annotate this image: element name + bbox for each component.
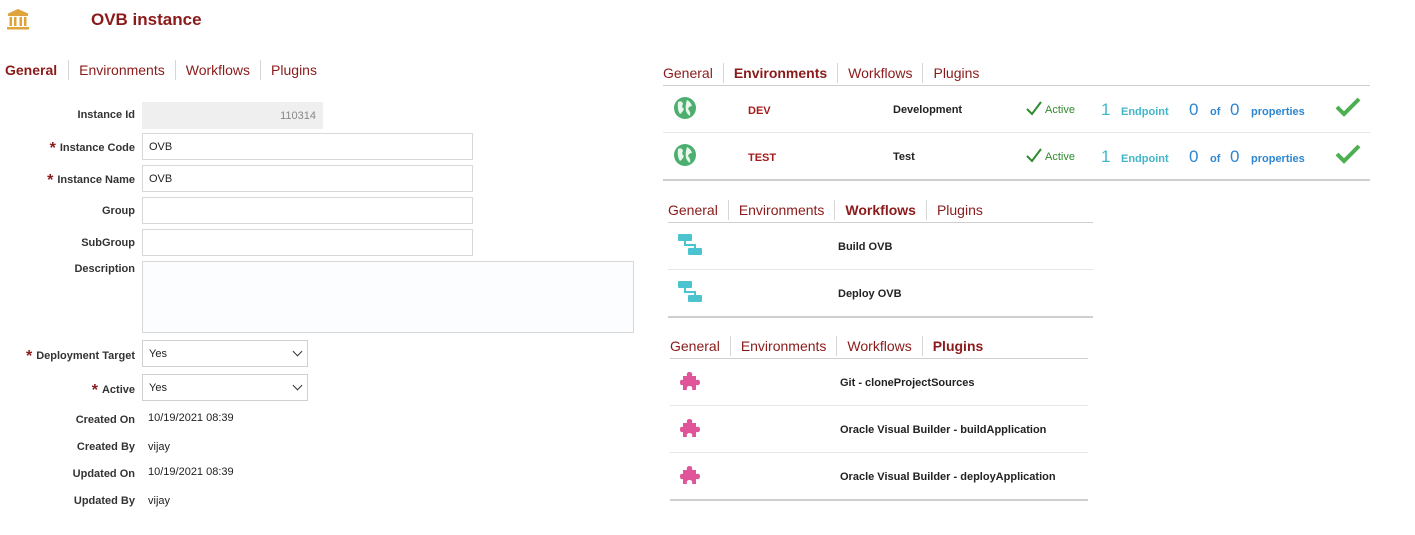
instance-name-input[interactable] — [142, 165, 473, 192]
active-label: * Active — [91, 382, 135, 399]
required-marker: * — [47, 172, 54, 189]
plugin-panel-tabs: General Environments Workflows Plugins — [670, 336, 993, 356]
check-icon — [1026, 148, 1042, 166]
row-divider — [668, 269, 1093, 270]
env-code[interactable]: TEST — [748, 152, 776, 164]
required-marker: * — [91, 382, 98, 399]
updated-by-label: Updated By — [73, 495, 135, 507]
panel-divider — [670, 358, 1088, 359]
env-name: Development — [893, 104, 963, 116]
plugin-name[interactable]: Oracle Visual Builder - deployApplicatio… — [840, 471, 1056, 483]
instance-code-label: * Instance Code — [49, 140, 135, 157]
instance-name-label: * Instance Name — [47, 172, 135, 189]
updated-on-value: 10/19/2021 08:39 — [148, 466, 234, 478]
endpoint-count: 1 — [1101, 100, 1111, 119]
row-divider — [663, 132, 1370, 133]
form-tabs: General Environments Workflows Plugins — [5, 60, 327, 80]
row-divider — [670, 499, 1088, 501]
status-badge: Active — [1045, 104, 1075, 116]
check-icon — [1335, 97, 1361, 120]
check-icon — [1335, 144, 1361, 167]
properties-link[interactable]: properties — [1251, 153, 1305, 165]
endpoint-link[interactable]: Endpoint — [1121, 106, 1169, 118]
workflow-name[interactable]: Deploy OVB — [838, 288, 902, 300]
created-by-value: vijay — [148, 441, 171, 453]
subgroup-label: SubGroup — [81, 237, 135, 249]
properties-total-count: 0 — [1230, 100, 1240, 119]
of-label: of — [1210, 153, 1221, 165]
page-title: OVB instance — [91, 10, 202, 29]
instance-code-input[interactable] — [142, 133, 473, 160]
status-badge: Active — [1045, 151, 1075, 163]
tab-plugins[interactable]: Plugins — [922, 63, 989, 83]
description-label: Description — [74, 263, 135, 275]
env-name: Test — [893, 151, 915, 163]
of-label: of — [1210, 106, 1221, 118]
check-icon — [1026, 101, 1042, 119]
tab-environments[interactable]: Environments — [722, 63, 837, 83]
created-by-label: Created By — [76, 441, 135, 453]
instance-id-label: Instance Id — [77, 109, 135, 121]
deployment-target-label: * Deployment Target — [25, 348, 135, 365]
puzzle-icon — [680, 370, 702, 395]
tab-workflows[interactable]: Workflows — [837, 63, 922, 83]
group-label: Group — [102, 205, 135, 217]
row-divider — [670, 452, 1088, 453]
row-divider — [668, 316, 1093, 318]
env-panel-tabs: General Environments Workflows Plugins — [663, 63, 989, 83]
created-on-label: Created On — [75, 414, 135, 426]
description-textarea[interactable] — [142, 261, 634, 333]
properties-total-count: 0 — [1230, 147, 1240, 166]
properties-set-count: 0 — [1189, 147, 1199, 166]
tab-workflows[interactable]: Workflows — [174, 60, 260, 80]
tab-workflows[interactable]: Workflows — [834, 200, 926, 220]
env-code[interactable]: DEV — [748, 105, 771, 117]
tab-environments[interactable]: Environments — [68, 60, 175, 80]
updated-by-value: vijay — [148, 495, 171, 507]
row-divider — [663, 179, 1370, 181]
tab-environments[interactable]: Environments — [727, 200, 835, 220]
chevron-down-icon — [292, 380, 303, 391]
tab-general[interactable]: General — [5, 60, 68, 80]
workflow-panel-tabs: General Environments Workflows Plugins — [668, 200, 993, 220]
puzzle-icon — [680, 464, 702, 489]
subgroup-input[interactable] — [142, 229, 473, 256]
plugin-name[interactable]: Oracle Visual Builder - buildApplication — [840, 424, 1046, 436]
puzzle-icon — [680, 417, 702, 442]
tab-general[interactable]: General — [670, 336, 730, 356]
globe-icon — [673, 96, 697, 123]
tab-plugins[interactable]: Plugins — [260, 60, 327, 80]
museum-icon — [6, 8, 30, 30]
panel-divider — [663, 85, 1370, 86]
updated-on-label: Updated On — [72, 468, 135, 480]
endpoint-link[interactable]: Endpoint — [1121, 153, 1169, 165]
tab-general[interactable]: General — [668, 200, 728, 220]
tab-general[interactable]: General — [663, 63, 723, 83]
active-select[interactable]: Yes — [142, 374, 308, 401]
deployment-target-select[interactable]: Yes — [142, 340, 308, 367]
tab-workflows[interactable]: Workflows — [836, 336, 921, 356]
tab-environments[interactable]: Environments — [729, 336, 837, 356]
workflow-name[interactable]: Build OVB — [838, 241, 892, 253]
instance-id-field: 110314 — [142, 102, 323, 129]
workflow-icon — [677, 280, 703, 307]
required-marker: * — [25, 348, 33, 365]
group-input[interactable] — [142, 197, 473, 224]
active-value: Yes — [149, 381, 167, 394]
created-on-value: 10/19/2021 08:39 — [148, 412, 234, 424]
row-divider — [670, 405, 1088, 406]
chevron-down-icon — [292, 346, 303, 357]
tab-plugins[interactable]: Plugins — [925, 200, 993, 220]
panel-divider — [668, 222, 1093, 223]
required-marker: * — [49, 140, 56, 157]
tab-plugins[interactable]: Plugins — [921, 336, 994, 356]
properties-link[interactable]: properties — [1251, 106, 1305, 118]
plugin-name[interactable]: Git - cloneProjectSources — [840, 377, 974, 389]
globe-icon — [673, 143, 697, 170]
endpoint-count: 1 — [1101, 147, 1111, 166]
workflow-icon — [677, 233, 703, 260]
properties-set-count: 0 — [1189, 100, 1199, 119]
deployment-target-value: Yes — [149, 347, 167, 360]
